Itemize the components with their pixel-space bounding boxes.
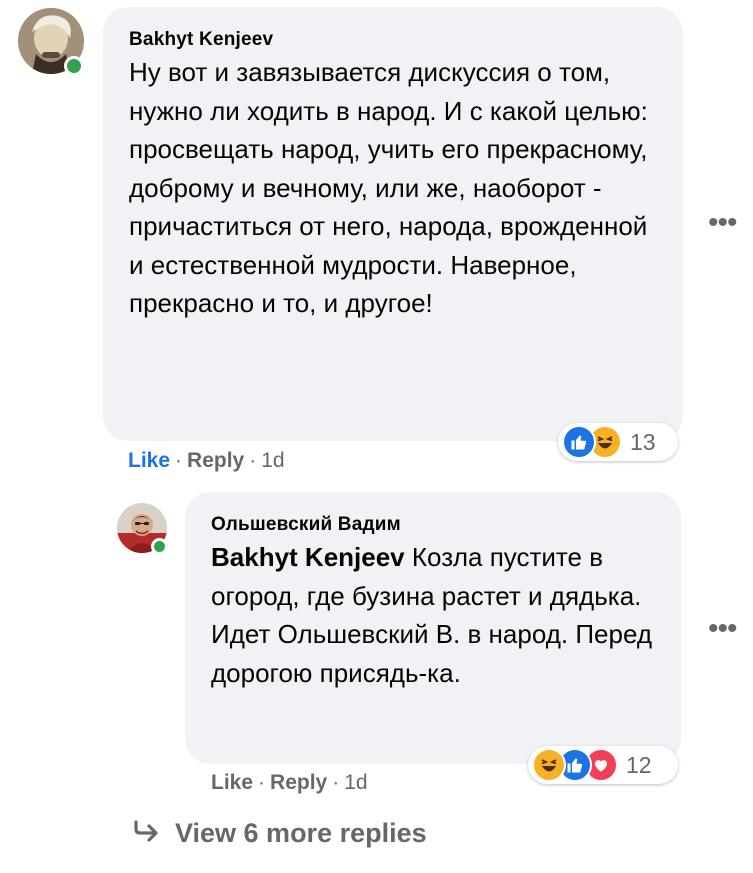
online-status-indicator <box>151 538 168 555</box>
reactions-summary[interactable]: 13 <box>558 423 678 461</box>
avatar-olshevsky-vadim[interactable] <box>117 503 168 555</box>
separator: · <box>175 449 183 472</box>
separator: · <box>332 771 340 794</box>
like-button[interactable]: Like <box>211 771 253 794</box>
reply-text: Bakhyt Kenjeev Козла пустите в огород, г… <box>211 538 655 692</box>
like-icon <box>562 425 596 459</box>
comment-author[interactable]: Bakhyt Kenjeev <box>129 29 657 51</box>
reply-button[interactable]: Reply <box>187 449 244 472</box>
timestamp[interactable]: 1d <box>261 449 284 472</box>
comment-bubble: Bakhyt Kenjeev Ну вот и завязывается дис… <box>103 7 683 441</box>
mention-link[interactable]: Bakhyt Kenjeev <box>211 542 405 572</box>
comment-actions: Like · Reply · 1d <box>128 449 285 473</box>
avatar-bakhyt-kenjeev[interactable] <box>18 8 84 76</box>
timestamp[interactable]: 1d <box>344 771 367 794</box>
reply-author[interactable]: Ольшевский Вадим <box>211 514 655 536</box>
separator: · <box>249 449 257 472</box>
reply-arrow-icon <box>133 818 161 849</box>
haha-icon <box>532 748 566 782</box>
reaction-count: 12 <box>626 751 652 778</box>
reply-options-icon[interactable]: ••• <box>708 612 737 646</box>
online-status-indicator <box>64 56 84 76</box>
comment-text: Ну вот и завязывается дискуссия о том, н… <box>129 57 648 318</box>
view-more-label: View 6 more replies <box>175 818 427 848</box>
reply-actions: Like · Reply · 1d <box>211 771 368 795</box>
separator: · <box>258 771 266 794</box>
view-more-replies-button[interactable]: View 6 more replies <box>133 818 427 849</box>
comment-options-icon[interactable]: ••• <box>708 206 737 240</box>
reactions-summary[interactable]: 12 <box>528 746 678 784</box>
reply-bubble: Ольшевский Вадим Bakhyt Kenjeev Козла пу… <box>185 492 681 764</box>
reply-button[interactable]: Reply <box>270 771 327 794</box>
like-button[interactable]: Like <box>128 449 170 472</box>
reaction-count: 13 <box>630 428 656 455</box>
